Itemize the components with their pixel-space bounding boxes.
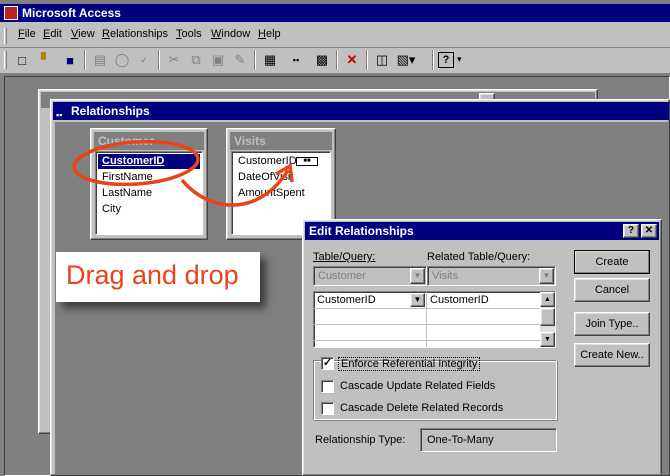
copy-icon[interactable]: ⧉	[186, 50, 206, 70]
grid-left-dropdown-icon[interactable]: ▼	[410, 293, 425, 307]
new-icon[interactable]: □	[12, 50, 32, 70]
paste-icon[interactable]: ▣	[208, 50, 228, 70]
table-query-select: Customer ▼	[313, 266, 427, 286]
app-title: Microsoft Access	[22, 6, 121, 20]
help-dropdown-icon[interactable]: ▾	[457, 54, 462, 65]
related-table-dropdown-icon: ▼	[539, 268, 554, 284]
table-query-dropdown-icon: ▼	[410, 268, 425, 284]
show-direct-icon[interactable]: ▪▪	[286, 50, 306, 70]
app-title-bar: Microsoft Access	[0, 4, 670, 22]
menu-file[interactable]: File	[18, 28, 36, 40]
grid-right-field[interactable]: CustomerID	[430, 294, 489, 306]
spelling-icon[interactable]: ✓	[134, 50, 154, 70]
menu-bar	[0, 22, 670, 48]
toolbar-grip	[4, 51, 7, 69]
relationships-titlebar: ▪▪ Relationships	[53, 102, 669, 120]
menu-edit[interactable]: Edit	[43, 28, 62, 40]
print-icon[interactable]: ▤	[90, 50, 110, 70]
save-icon[interactable]: ■	[60, 50, 80, 70]
drag-and-drop-callout: Drag and drop	[56, 252, 260, 302]
create-button[interactable]: Create	[574, 250, 650, 274]
toolbar-separator	[366, 50, 368, 70]
dialog-titlebar: Edit Relationships	[305, 222, 659, 240]
help-icon[interactable]: ?	[438, 52, 454, 68]
fields-grid: CustomerID ▼ CustomerID ▲ ▼	[313, 291, 556, 348]
menu-view[interactable]: View	[71, 28, 95, 40]
cancel-button-label: Cancel	[594, 284, 630, 296]
format-painter-icon[interactable]: ✎	[230, 50, 250, 70]
grid-row-line	[314, 308, 540, 309]
menu-relationships[interactable]: Relationships	[102, 28, 168, 40]
related-table-select: Visits ▼	[427, 266, 556, 286]
related-table-value: Visits	[432, 270, 459, 282]
toolbar-separator	[84, 50, 86, 70]
delete-icon[interactable]: ✕	[342, 50, 362, 70]
relationships-title: Relationships	[71, 104, 150, 118]
show-table-icon[interactable]: ▦	[260, 50, 280, 70]
related-table-query-label: Related Table/Query:	[427, 251, 531, 263]
table-query-label: Table/Query:	[313, 251, 376, 263]
menu-help[interactable]: Help	[258, 28, 281, 40]
access-key-icon	[4, 6, 18, 20]
drag-annotation	[72, 139, 294, 207]
highlight-ellipse	[72, 139, 200, 187]
relationship-type-value: One-To-Many	[427, 434, 494, 446]
toolbar-separator	[254, 50, 256, 70]
create-new-button[interactable]: Create New..	[574, 343, 650, 367]
show-all-icon[interactable]: ▩	[312, 50, 332, 70]
database-window-icon[interactable]: ◫	[372, 50, 392, 70]
callout-text: Drag and drop	[66, 260, 239, 290]
cascade-delete-label[interactable]: Cascade Delete Related Records	[340, 402, 503, 414]
menu-tools[interactable]: Tools	[176, 28, 202, 40]
scroll-down-icon[interactable]: ▼	[540, 332, 555, 347]
print-preview-icon[interactable]: ◯	[112, 50, 132, 70]
dialog-help-button[interactable]: ?	[623, 224, 639, 238]
scroll-thumb[interactable]	[540, 308, 555, 326]
cascade-delete-checkbox[interactable]	[321, 402, 334, 415]
menu-grip	[4, 28, 7, 44]
grid-row-line	[314, 340, 540, 341]
enforce-integrity-checkbox[interactable]: ✓	[321, 357, 334, 370]
grid-scrollbar[interactable]: ▲ ▼	[540, 292, 555, 347]
enforce-integrity-label[interactable]: Enforce Referential Integrity	[338, 357, 481, 371]
table-query-value: Customer	[318, 270, 366, 282]
drag-arrow	[180, 169, 290, 207]
scroll-up-icon[interactable]: ▲	[540, 292, 555, 307]
cascade-update-label[interactable]: Cascade Update Related Fields	[340, 380, 495, 392]
cancel-button[interactable]: Cancel	[574, 278, 650, 302]
create-button-label: Create	[595, 256, 629, 268]
new-object-icon[interactable]: ▧▾	[396, 50, 416, 70]
relationship-type-label: Relationship Type:	[315, 434, 406, 446]
relationship-type-box: One-To-Many	[420, 428, 557, 452]
toolbar-separator	[158, 50, 160, 70]
menu-window[interactable]: Window	[211, 28, 250, 40]
join-type-button-label: Join Type..	[585, 318, 639, 330]
cut-icon[interactable]: ✂	[164, 50, 184, 70]
grid-left-field[interactable]: CustomerID	[317, 294, 376, 306]
dialog-title: Edit Relationships	[309, 224, 414, 238]
join-type-button[interactable]: Join Type..	[574, 312, 650, 336]
cascade-update-checkbox[interactable]	[321, 380, 334, 393]
create-new-button-label: Create New..	[580, 349, 644, 361]
toolbar-separator	[432, 50, 434, 70]
toolbar-separator	[336, 50, 338, 70]
open-icon[interactable]: ▘	[36, 50, 56, 70]
dialog-close-button[interactable]: ✕	[641, 224, 657, 238]
grid-row-line	[314, 324, 540, 325]
